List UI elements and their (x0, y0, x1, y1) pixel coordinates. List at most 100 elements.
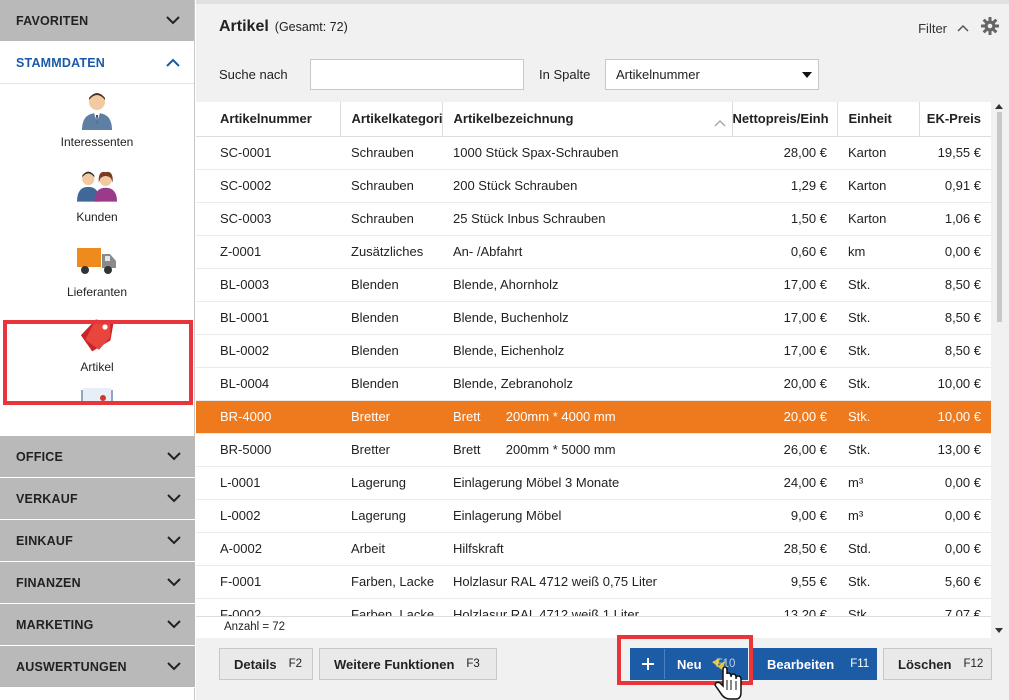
table-row[interactable]: Z-0001 Zusätzliches An- /Abfahrt 0,60 € km 0,… (196, 235, 991, 269)
search-input[interactable] (310, 59, 524, 90)
sidebar-item-artikel[interactable]: Artikel (0, 309, 194, 384)
table-cell: Blenden (340, 367, 442, 401)
table-cell: Stk. (837, 301, 919, 335)
sidebar-item-kunden[interactable]: Kunden (0, 159, 194, 234)
sidebar-section-einkauf[interactable]: EINKAUF (0, 520, 195, 562)
table-cell: SC-0002 (196, 169, 340, 203)
scrollbar-thumb[interactable] (997, 112, 1002, 322)
column-header-artikelnummer[interactable]: Artikelnummer (196, 102, 341, 137)
action-bar: Details F2 Weitere Funktionen F3 Neu F10… (196, 635, 1009, 700)
table-cell: 0,00 € (919, 499, 991, 533)
table-row[interactable]: BL-0004 Blenden Blende, Zebranoholz 20,00 €… (196, 367, 991, 401)
table-cell: Brett 200mm * 5000 mm (442, 433, 732, 467)
person-icon (77, 91, 117, 131)
sidebar-item-interessenten[interactable]: Interessenten (0, 84, 194, 159)
sort-ascending-icon (713, 115, 726, 130)
table-cell: F-0001 (196, 565, 340, 599)
column-header-label: Artikelbezeichnung (453, 111, 574, 127)
table-cell: Stk. (837, 334, 919, 368)
table-row[interactable]: F-0001 Farben, Lacke Holzlasur RAL 4712 we… (196, 565, 991, 599)
table-cell: 7,07 € (919, 598, 991, 616)
sidebar-item-partial[interactable] (0, 384, 194, 404)
scroll-up-icon[interactable] (995, 104, 1003, 109)
table-cell: SC-0003 (196, 202, 340, 236)
table-row[interactable]: BR-5000 Bretter Brett 200mm * 5000 mm 26,00… (196, 433, 991, 467)
table-row[interactable]: BR-4000 Bretter Brett 200mm * 4000 mm 20,00… (196, 400, 991, 434)
table-cell: Bretter (340, 433, 442, 467)
loeschen-button[interactable]: Löschen F12 (883, 648, 992, 680)
table-cell: 9,00 € (732, 499, 837, 533)
bearbeiten-button[interactable]: Bearbeiten F11 (753, 648, 877, 680)
table-cell: Z-0001 (196, 235, 340, 269)
chevron-down-icon (167, 534, 181, 548)
column-header-ek-preis[interactable]: EK-Preis (919, 102, 991, 137)
table-cell: Arbeit (340, 532, 442, 566)
column-select[interactable]: Artikelnummer (605, 59, 819, 90)
table-cell: 1,06 € (919, 202, 991, 236)
price-tag-icon (77, 316, 117, 356)
table-cell: Stk. (837, 565, 919, 599)
column-select-value: Artikelnummer (616, 67, 700, 82)
button-label: Details (234, 656, 277, 672)
scroll-down-icon[interactable] (995, 628, 1003, 633)
column-header-nettopreis[interactable]: Nettopreis/Einh (732, 102, 838, 137)
table-row[interactable]: A-0002 Arbeit Hilfskraft 28,50 € Std. 0,00 € (196, 532, 991, 566)
sidebar-section-finanzen[interactable]: FINANZEN (0, 562, 195, 604)
table-cell: Std. (837, 532, 919, 566)
table-row[interactable]: L-0002 Lagerung Einlagerung Möbel 9,00 € m³ 0… (196, 499, 991, 533)
details-button[interactable]: Details F2 (219, 648, 313, 680)
table-row[interactable]: SC-0003 Schrauben 25 Stück Inbus Schrauben… (196, 202, 991, 236)
sidebar-item-label: Artikel (80, 360, 114, 374)
table-cell: 1,29 € (732, 169, 837, 203)
sidebar-section-marketing[interactable]: MARKETING (0, 604, 195, 646)
gear-icon[interactable] (981, 17, 999, 38)
column-header-artikelkategorie[interactable]: Artikelkategori (340, 102, 443, 137)
table-cell: 28,50 € (732, 532, 837, 566)
shortcut-key: F12 (963, 658, 984, 670)
sidebar-section-favoriten[interactable]: FAVORITEN (0, 0, 194, 42)
sidebar-item-lieferanten[interactable]: Lieferanten (0, 234, 194, 309)
sidebar-section-label: FAVORITEN (16, 13, 89, 28)
table-cell: Stk. (837, 433, 919, 467)
table-row[interactable]: SC-0001 Schrauben 1000 Stück Spax-Schraube… (196, 136, 991, 170)
chevron-down-icon (166, 14, 180, 28)
dropdown-caret-icon (802, 72, 812, 78)
table-row[interactable]: BL-0002 Blenden Blende, Eichenholz 17,00 € S… (196, 334, 991, 368)
table-row[interactable]: L-0001 Lagerung Einlagerung Möbel 3 Monate… (196, 466, 991, 500)
table-cell: 20,00 € (732, 367, 837, 401)
table-row[interactable]: SC-0002 Schrauben 200 Stück Schrauben 1,29 … (196, 169, 991, 203)
column-header-einheit[interactable]: Einheit (837, 102, 920, 137)
chevron-up-icon[interactable] (957, 20, 969, 35)
table-cell: A-0002 (196, 532, 340, 566)
weitere-funktionen-button[interactable]: Weitere Funktionen F3 (319, 648, 497, 680)
table-cell: Karton (837, 169, 919, 203)
table-cell: SC-0001 (196, 136, 340, 170)
table-cell: 1000 Stück Spax-Schrauben (442, 136, 732, 170)
table-cell: 10,00 € (919, 367, 991, 401)
table-scrollbar[interactable] (991, 102, 1009, 638)
table-cell: Karton (837, 202, 919, 236)
sidebar-section-stammdaten[interactable]: STAMMDATEN (0, 42, 194, 84)
sidebar-section-office[interactable]: OFFICE (0, 436, 195, 478)
sidebar-section-verkauf[interactable]: VERKAUF (0, 478, 195, 520)
sidebar-section-label: STAMMDATEN (16, 55, 106, 70)
table-cell: Karton (837, 136, 919, 170)
sidebar-section-label: FINANZEN (16, 575, 81, 590)
table-cell: 5,60 € (919, 565, 991, 599)
chevron-down-icon (167, 576, 181, 590)
table-row[interactable]: BL-0003 Blenden Blende, Ahornholz 17,00 € St… (196, 268, 991, 302)
table-row[interactable]: F-0002 Farben, Lacke Holzlasur RAL 4712 we… (196, 598, 991, 616)
table-cell: Einlagerung Möbel (442, 499, 732, 533)
plus-icon (631, 649, 665, 679)
column-header-artikelbezeichnung[interactable]: Artikelbezeichnung (442, 102, 733, 137)
button-label: Weitere Funktionen (334, 656, 455, 672)
table-cell: Blende, Eichenholz (442, 334, 732, 368)
table-cell: F-0002 (196, 598, 340, 616)
table-cell: 24,00 € (732, 466, 837, 500)
filter-toggle[interactable]: Filter (918, 21, 947, 36)
table-cell: 13,20 € (732, 598, 837, 616)
shortcut-key: F11 (850, 658, 870, 670)
table-row[interactable]: BL-0001 Blenden Blende, Buchenholz 17,00 € S… (196, 301, 991, 335)
table-cell: Blende, Buchenholz (442, 301, 732, 335)
sidebar-section-auswertungen[interactable]: AUSWERTUNGEN (0, 646, 195, 688)
